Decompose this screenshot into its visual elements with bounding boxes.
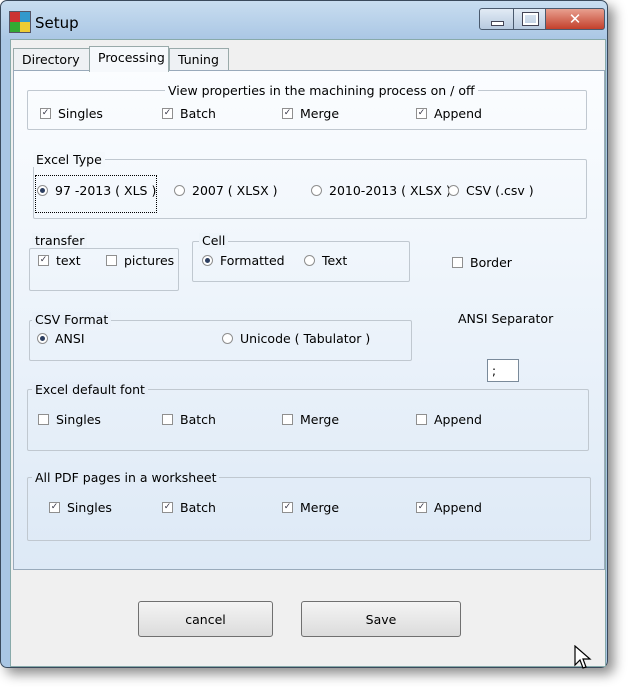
setup-window: Setup ✕ Directory Processing Tuning View… <box>0 0 608 669</box>
font-singles-checkbox[interactable]: Singles <box>38 412 101 427</box>
cancel-button[interactable]: cancel <box>138 601 273 637</box>
excel-type-2010-radio[interactable]: 2010-2013 ( XLSX ) <box>311 183 451 198</box>
cell-legend: Cell <box>199 233 229 248</box>
view-properties-legend: View properties in the machining process… <box>165 83 478 98</box>
dialog-client: Directory Processing Tuning View propert… <box>10 39 606 669</box>
processing-panel: View properties in the machining process… <box>13 70 605 570</box>
tab-processing[interactable]: Processing <box>89 46 169 72</box>
maximize-icon <box>521 12 539 26</box>
pdf-merge-checkbox[interactable]: ✓ Merge <box>282 500 339 515</box>
csv-unicode-radio[interactable]: Unicode ( Tabulator ) <box>222 331 370 346</box>
close-button[interactable]: ✕ <box>545 8 605 30</box>
view-merge-checkbox[interactable]: ✓ Merge <box>282 106 339 121</box>
excel-type-legend: Excel Type <box>33 152 105 167</box>
cell-formatted-radio[interactable]: Formatted <box>202 253 285 268</box>
excel-type-2007-radio[interactable]: 2007 ( XLSX ) <box>174 183 278 198</box>
minimize-icon <box>490 20 504 26</box>
title-bar[interactable]: Setup ✕ <box>1 1 607 39</box>
pdf-batch-checkbox[interactable]: ✓ Batch <box>162 500 216 515</box>
font-batch-checkbox[interactable]: Batch <box>162 412 216 427</box>
view-singles-checkbox[interactable]: ✓ Singles <box>40 106 103 121</box>
app-excel-icon <box>9 11 31 33</box>
default-font-legend: Excel default font <box>32 382 148 397</box>
mouse-pointer-icon <box>574 645 592 669</box>
pdf-singles-checkbox[interactable]: ✓ Singles <box>49 500 112 515</box>
save-button[interactable]: Save <box>301 601 461 637</box>
csv-format-legend: CSV Format <box>32 312 112 327</box>
window-title: Setup <box>35 14 79 32</box>
font-merge-checkbox[interactable]: Merge <box>282 412 339 427</box>
cell-text-radio[interactable]: Text <box>304 253 347 268</box>
transfer-text-checkbox[interactable]: ✓ text <box>38 253 81 268</box>
excel-type-csv-radio[interactable]: CSV (.csv ) <box>448 183 534 198</box>
close-icon: ✕ <box>568 10 582 28</box>
minimize-button[interactable] <box>479 8 515 30</box>
ansi-separator-input[interactable]: ; <box>487 359 519 382</box>
tab-tuning[interactable]: Tuning <box>169 48 229 71</box>
transfer-pictures-checkbox[interactable]: pictures <box>106 253 174 268</box>
border-checkbox[interactable]: Border <box>452 255 512 270</box>
pdf-pages-legend: All PDF pages in a worksheet <box>32 470 220 485</box>
tab-directory[interactable]: Directory <box>13 48 93 71</box>
transfer-legend: transfer <box>32 233 88 248</box>
maximize-button[interactable] <box>513 8 547 30</box>
csv-ansi-radio[interactable]: ANSI <box>37 331 85 346</box>
pdf-append-checkbox[interactable]: ✓ Append <box>416 500 482 515</box>
view-batch-checkbox[interactable]: ✓ Batch <box>162 106 216 121</box>
ansi-separator-label: ANSI Separator <box>455 311 557 326</box>
excel-type-xls-radio[interactable]: 97 -2013 ( XLS ) <box>37 183 156 198</box>
view-append-checkbox[interactable]: ✓ Append <box>416 106 482 121</box>
font-append-checkbox[interactable]: Append <box>416 412 482 427</box>
